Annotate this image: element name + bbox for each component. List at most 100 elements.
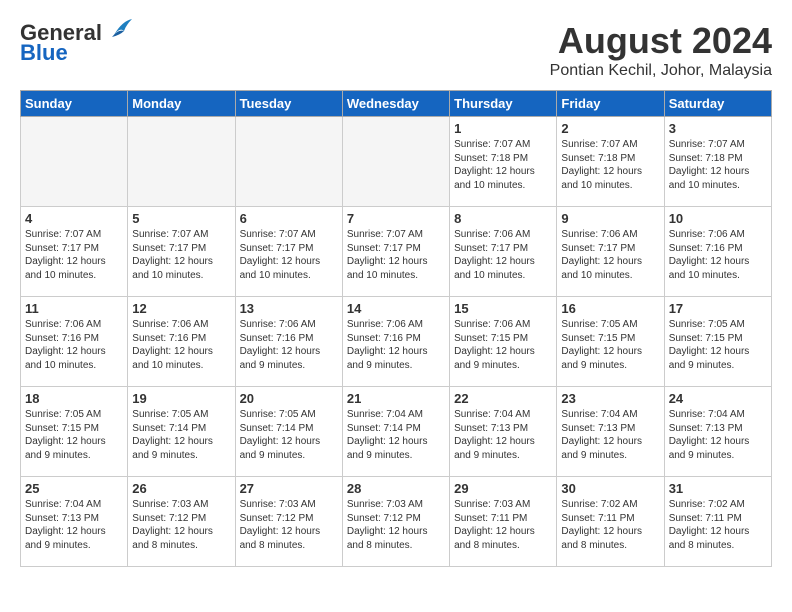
day-number: 15 xyxy=(454,301,552,316)
day-number: 19 xyxy=(132,391,230,406)
day-info: Sunrise: 7:07 AM Sunset: 7:17 PM Dayligh… xyxy=(132,228,230,282)
day-info: Sunrise: 7:06 AM Sunset: 7:17 PM Dayligh… xyxy=(561,228,659,282)
calendar-cell: 24 Sunrise: 7:04 AM Sunset: 7:13 PM Dayli… xyxy=(664,387,771,477)
day-number: 5 xyxy=(132,211,230,226)
day-number: 31 xyxy=(669,481,767,496)
day-number: 26 xyxy=(132,481,230,496)
day-number: 9 xyxy=(561,211,659,226)
title-block: August 2024 Pontian Kechil, Johor, Malay… xyxy=(550,20,772,80)
calendar-cell: 18 Sunrise: 7:05 AM Sunset: 7:15 PM Dayli… xyxy=(21,387,128,477)
calendar-week-row: 4Sunrise: 7:07 AM Sunset: 7:17 PM Daylig… xyxy=(21,207,772,297)
calendar-cell xyxy=(128,117,235,207)
day-info: Sunrise: 7:04 AM Sunset: 7:13 PM Dayligh… xyxy=(561,408,659,462)
calendar-cell: 1Sunrise: 7:07 AM Sunset: 7:18 PM Daylig… xyxy=(450,117,557,207)
calendar-cell xyxy=(235,117,342,207)
calendar-day-header: Tuesday xyxy=(235,91,342,117)
calendar-week-row: 1Sunrise: 7:07 AM Sunset: 7:18 PM Daylig… xyxy=(21,117,772,207)
day-info: Sunrise: 7:07 AM Sunset: 7:17 PM Dayligh… xyxy=(240,228,338,282)
logo-bird-icon xyxy=(104,17,136,41)
day-number: 10 xyxy=(669,211,767,226)
day-number: 11 xyxy=(25,301,123,316)
day-info: Sunrise: 7:07 AM Sunset: 7:17 PM Dayligh… xyxy=(347,228,445,282)
day-number: 16 xyxy=(561,301,659,316)
calendar-cell: 7 Sunrise: 7:07 AM Sunset: 7:17 PM Daylig… xyxy=(342,207,449,297)
day-info: Sunrise: 7:02 AM Sunset: 7:11 PM Dayligh… xyxy=(669,498,767,552)
day-info: Sunrise: 7:04 AM Sunset: 7:13 PM Dayligh… xyxy=(25,498,123,552)
calendar-cell: 5 Sunrise: 7:07 AM Sunset: 7:17 PM Daylig… xyxy=(128,207,235,297)
day-number: 6 xyxy=(240,211,338,226)
calendar-cell: 22 Sunrise: 7:04 AM Sunset: 7:13 PM Dayli… xyxy=(450,387,557,477)
calendar-cell: 19 Sunrise: 7:05 AM Sunset: 7:14 PM Dayli… xyxy=(128,387,235,477)
day-number: 20 xyxy=(240,391,338,406)
calendar-cell: 3Sunrise: 7:07 AM Sunset: 7:18 PM Daylig… xyxy=(664,117,771,207)
calendar-cell: 26 Sunrise: 7:03 AM Sunset: 7:12 PM Dayli… xyxy=(128,477,235,567)
day-info: Sunrise: 7:06 AM Sunset: 7:16 PM Dayligh… xyxy=(25,318,123,372)
day-number: 25 xyxy=(25,481,123,496)
calendar-cell xyxy=(21,117,128,207)
calendar-cell: 16Sunrise: 7:05 AM Sunset: 7:15 PM Dayli… xyxy=(557,297,664,387)
calendar-cell: 23 Sunrise: 7:04 AM Sunset: 7:13 PM Dayli… xyxy=(557,387,664,477)
calendar-cell: 14Sunrise: 7:06 AM Sunset: 7:16 PM Dayli… xyxy=(342,297,449,387)
day-number: 8 xyxy=(454,211,552,226)
day-info: Sunrise: 7:03 AM Sunset: 7:12 PM Dayligh… xyxy=(240,498,338,552)
calendar-table: SundayMondayTuesdayWednesdayThursdayFrid… xyxy=(20,90,772,567)
calendar-body: 1Sunrise: 7:07 AM Sunset: 7:18 PM Daylig… xyxy=(21,117,772,567)
day-info: Sunrise: 7:04 AM Sunset: 7:14 PM Dayligh… xyxy=(347,408,445,462)
calendar-cell: 4Sunrise: 7:07 AM Sunset: 7:17 PM Daylig… xyxy=(21,207,128,297)
calendar-cell: 12Sunrise: 7:06 AM Sunset: 7:16 PM Dayli… xyxy=(128,297,235,387)
calendar-day-header: Thursday xyxy=(450,91,557,117)
day-number: 14 xyxy=(347,301,445,316)
day-number: 18 xyxy=(25,391,123,406)
calendar-week-row: 25 Sunrise: 7:04 AM Sunset: 7:13 PM Dayli… xyxy=(21,477,772,567)
calendar-cell: 20 Sunrise: 7:05 AM Sunset: 7:14 PM Dayli… xyxy=(235,387,342,477)
day-number: 29 xyxy=(454,481,552,496)
day-number: 28 xyxy=(347,481,445,496)
day-number: 27 xyxy=(240,481,338,496)
day-info: Sunrise: 7:07 AM Sunset: 7:18 PM Dayligh… xyxy=(454,138,552,192)
day-info: Sunrise: 7:06 AM Sunset: 7:17 PM Dayligh… xyxy=(454,228,552,282)
calendar-day-header: Saturday xyxy=(664,91,771,117)
day-info: Sunrise: 7:06 AM Sunset: 7:15 PM Dayligh… xyxy=(454,318,552,372)
day-number: 7 xyxy=(347,211,445,226)
day-number: 30 xyxy=(561,481,659,496)
day-number: 21 xyxy=(347,391,445,406)
day-number: 17 xyxy=(669,301,767,316)
day-info: Sunrise: 7:04 AM Sunset: 7:13 PM Dayligh… xyxy=(454,408,552,462)
day-info: Sunrise: 7:06 AM Sunset: 7:16 PM Dayligh… xyxy=(132,318,230,372)
calendar-cell: 30 Sunrise: 7:02 AM Sunset: 7:11 PM Dayli… xyxy=(557,477,664,567)
calendar-day-header: Friday xyxy=(557,91,664,117)
calendar-cell: 31 Sunrise: 7:02 AM Sunset: 7:11 PM Dayli… xyxy=(664,477,771,567)
calendar-week-row: 18 Sunrise: 7:05 AM Sunset: 7:15 PM Dayli… xyxy=(21,387,772,477)
day-number: 3 xyxy=(669,121,767,136)
day-info: Sunrise: 7:03 AM Sunset: 7:11 PM Dayligh… xyxy=(454,498,552,552)
logo: General Blue xyxy=(20,20,136,66)
day-info: Sunrise: 7:05 AM Sunset: 7:15 PM Dayligh… xyxy=(25,408,123,462)
calendar-cell: 17Sunrise: 7:05 AM Sunset: 7:15 PM Dayli… xyxy=(664,297,771,387)
day-info: Sunrise: 7:05 AM Sunset: 7:14 PM Dayligh… xyxy=(132,408,230,462)
day-info: Sunrise: 7:07 AM Sunset: 7:17 PM Dayligh… xyxy=(25,228,123,282)
calendar-day-header: Wednesday xyxy=(342,91,449,117)
day-info: Sunrise: 7:03 AM Sunset: 7:12 PM Dayligh… xyxy=(132,498,230,552)
calendar-cell: 15 Sunrise: 7:06 AM Sunset: 7:15 PM Dayli… xyxy=(450,297,557,387)
day-number: 24 xyxy=(669,391,767,406)
day-info: Sunrise: 7:04 AM Sunset: 7:13 PM Dayligh… xyxy=(669,408,767,462)
day-info: Sunrise: 7:03 AM Sunset: 7:12 PM Dayligh… xyxy=(347,498,445,552)
calendar-header-row: SundayMondayTuesdayWednesdayThursdayFrid… xyxy=(21,91,772,117)
day-number: 13 xyxy=(240,301,338,316)
day-number: 23 xyxy=(561,391,659,406)
day-info: Sunrise: 7:02 AM Sunset: 7:11 PM Dayligh… xyxy=(561,498,659,552)
calendar-cell: 13 Sunrise: 7:06 AM Sunset: 7:16 PM Dayli… xyxy=(235,297,342,387)
day-number: 22 xyxy=(454,391,552,406)
logo-blue: Blue xyxy=(20,40,68,66)
main-title: August 2024 xyxy=(550,20,772,62)
calendar-cell xyxy=(342,117,449,207)
calendar-cell: 27 Sunrise: 7:03 AM Sunset: 7:12 PM Dayli… xyxy=(235,477,342,567)
subtitle: Pontian Kechil, Johor, Malaysia xyxy=(550,62,772,80)
day-info: Sunrise: 7:06 AM Sunset: 7:16 PM Dayligh… xyxy=(240,318,338,372)
calendar-cell: 11 Sunrise: 7:06 AM Sunset: 7:16 PM Dayli… xyxy=(21,297,128,387)
calendar-cell: 29 Sunrise: 7:03 AM Sunset: 7:11 PM Dayli… xyxy=(450,477,557,567)
day-info: Sunrise: 7:05 AM Sunset: 7:14 PM Dayligh… xyxy=(240,408,338,462)
day-number: 2 xyxy=(561,121,659,136)
calendar-day-header: Sunday xyxy=(21,91,128,117)
calendar-cell: 10Sunrise: 7:06 AM Sunset: 7:16 PM Dayli… xyxy=(664,207,771,297)
